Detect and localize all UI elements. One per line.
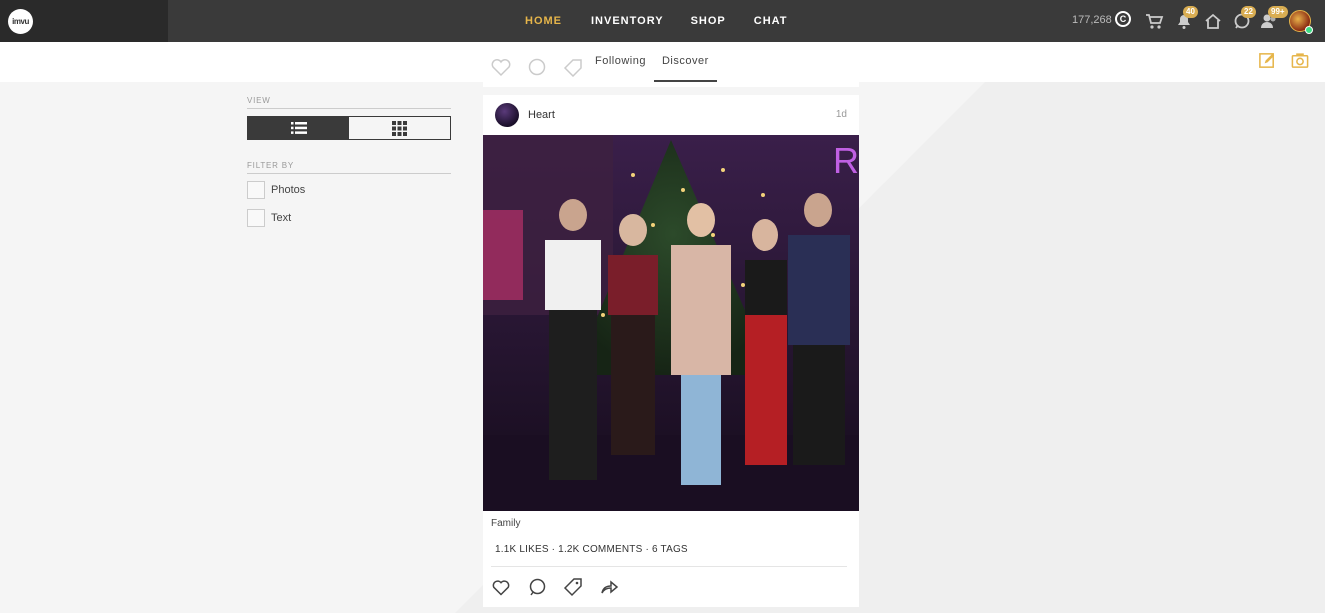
like-heart-icon[interactable] — [491, 577, 511, 597]
post-actions — [491, 577, 619, 597]
previous-post-edge — [483, 82, 859, 87]
tag-icon-faded — [563, 59, 582, 77]
imvu-logo[interactable]: imvu — [8, 9, 33, 34]
friends-badge: 99+ — [1268, 6, 1288, 18]
online-status-dot — [1305, 26, 1313, 34]
photos-checkbox[interactable] — [247, 181, 265, 199]
heart-icon-faded — [491, 59, 511, 77]
post-caption: Family — [491, 518, 521, 529]
comment-icon-faded — [528, 58, 546, 76]
list-view-button[interactable] — [248, 117, 349, 139]
camera-icon[interactable] — [1290, 51, 1310, 70]
post-photo[interactable]: R — [483, 135, 859, 511]
feed-tabs: Following Discover — [587, 42, 717, 82]
nav-chat[interactable]: CHAT — [754, 15, 788, 27]
post-author-avatar[interactable] — [495, 103, 519, 127]
filter-photos[interactable]: Photos — [247, 181, 451, 199]
filter-panel: VIEW FILTER BY Photos Text — [247, 96, 451, 227]
post-age: 1d — [835, 109, 847, 120]
list-icon — [290, 122, 307, 134]
logo-text: imvu — [12, 17, 29, 26]
credits-icon[interactable]: C — [1115, 11, 1131, 27]
nav-inventory[interactable]: INVENTORY — [591, 15, 664, 27]
post-stats[interactable]: 1.1K LIKES · 1.2K COMMENTS · 6 TAGS — [495, 544, 688, 555]
room-home-icon[interactable] — [1203, 11, 1223, 31]
messages-badge: 22 — [1241, 6, 1256, 18]
top-nav-bar: imvu HOME INVENTORY SHOP CHAT 177,268 C … — [0, 0, 1325, 42]
share-icon[interactable] — [599, 577, 619, 597]
grid-icon — [392, 120, 407, 136]
credits-balance[interactable]: 177,268 — [1072, 14, 1112, 26]
tab-following[interactable]: Following — [587, 42, 654, 82]
filter-text[interactable]: Text — [247, 209, 451, 227]
post-author-name[interactable]: Heart — [528, 109, 555, 121]
feed-post-card: Heart 1d R Family 1.1K LIKES · 1.2K COMM… — [483, 95, 859, 607]
filter-heading: FILTER BY — [247, 161, 451, 174]
stats-divider — [491, 566, 847, 567]
nav-shop[interactable]: SHOP — [691, 15, 726, 27]
view-toggle — [247, 116, 451, 140]
photos-label: Photos — [271, 184, 306, 196]
view-heading: VIEW — [247, 96, 451, 109]
main-nav: HOME INVENTORY SHOP CHAT — [515, 0, 788, 42]
compose-edit-icon[interactable] — [1258, 51, 1277, 70]
notifications-badge: 40 — [1183, 6, 1198, 18]
cart-icon[interactable] — [1144, 11, 1164, 31]
comment-icon[interactable] — [527, 577, 547, 597]
tag-icon[interactable] — [563, 577, 583, 597]
faded-action-icons — [490, 57, 584, 77]
text-checkbox[interactable] — [247, 209, 265, 227]
nav-home[interactable]: HOME — [525, 15, 562, 27]
tab-discover[interactable]: Discover — [653, 42, 717, 82]
svg-text:R: R — [833, 140, 859, 181]
text-label: Text — [271, 212, 292, 224]
grid-view-button[interactable] — [349, 117, 450, 139]
